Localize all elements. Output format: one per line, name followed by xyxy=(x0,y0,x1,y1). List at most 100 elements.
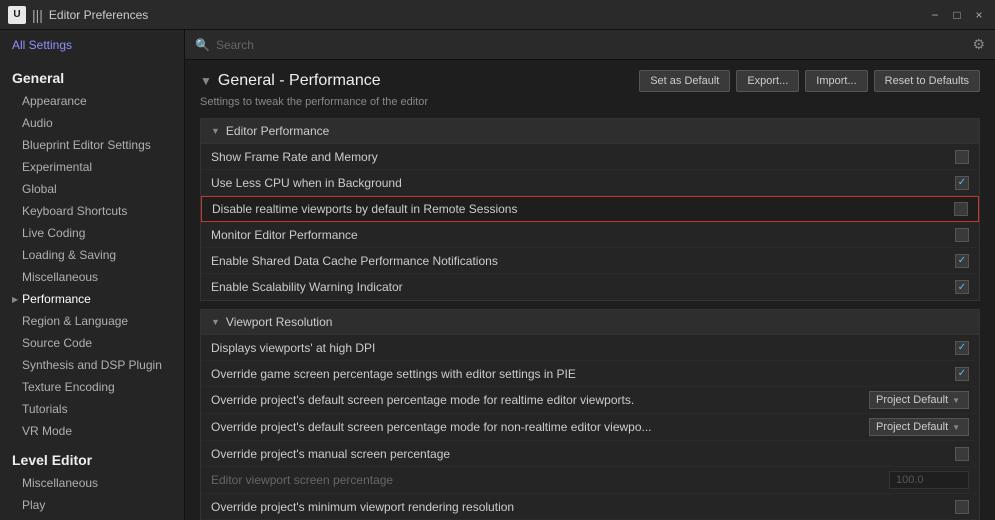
editor-performance-header[interactable]: ▼ Editor Performance xyxy=(201,119,979,144)
content-area: 🔍 ⚙ ▼ General - Performance Set as Defau… xyxy=(185,30,995,520)
section-title: ▼ General - Performance xyxy=(200,72,381,90)
setting-monitor-perf-label: Monitor Editor Performance xyxy=(211,228,955,242)
setting-shared-cache-control[interactable] xyxy=(955,254,969,268)
app-logo: U xyxy=(8,6,26,24)
setting-monitor-perf: Monitor Editor Performance xyxy=(201,222,979,248)
sidebar-item-tutorials[interactable]: Tutorials xyxy=(0,398,184,420)
setting-show-frame-rate: Show Frame Rate and Memory xyxy=(201,144,979,170)
search-input[interactable] xyxy=(216,38,966,52)
override-nonrealtime-arrow-icon: ▼ xyxy=(952,423,960,432)
setting-disable-realtime-control[interactable] xyxy=(954,202,968,216)
setting-override-nonrealtime-mode-label: Override project's default screen percen… xyxy=(211,420,869,434)
setting-override-min-res-label: Override project's minimum viewport rend… xyxy=(211,500,955,514)
sidebar-item-texture[interactable]: Texture Encoding xyxy=(0,376,184,398)
sidebar-item-region[interactable]: Region & Language xyxy=(0,310,184,332)
minimize-button[interactable]: − xyxy=(927,7,943,23)
sidebar-item-appearance[interactable]: Appearance xyxy=(0,90,184,112)
setting-override-nonrealtime-mode-control[interactable]: Project Default ▼ xyxy=(869,418,969,436)
set-default-button[interactable]: Set as Default xyxy=(639,70,730,92)
less-cpu-checkbox[interactable] xyxy=(955,176,969,190)
override-nonrealtime-value: Project Default xyxy=(876,421,948,433)
sidebar-item-loading[interactable]: Loading & Saving xyxy=(0,244,184,266)
editor-performance-label: Editor Performance xyxy=(226,124,329,138)
setting-viewport-pct-label: Editor viewport screen percentage xyxy=(211,473,889,487)
setting-disable-realtime-label: Disable realtime viewports by default in… xyxy=(212,202,954,216)
section-collapse-arrow[interactable]: ▼ xyxy=(200,74,212,88)
menu-icon[interactable]: ||| xyxy=(32,7,43,23)
maximize-button[interactable]: □ xyxy=(949,7,965,23)
sidebar-item-synthesis[interactable]: Synthesis and DSP Plugin xyxy=(0,354,184,376)
high-dpi-checkbox[interactable] xyxy=(955,341,969,355)
sidebar-item-audio[interactable]: Audio xyxy=(0,112,184,134)
shared-cache-checkbox[interactable] xyxy=(955,254,969,268)
setting-shared-cache-label: Enable Shared Data Cache Performance Not… xyxy=(211,254,955,268)
main-container: All Settings General Appearance Audio Bl… xyxy=(0,30,995,520)
setting-override-pie: Override game screen percentage settings… xyxy=(201,361,979,387)
viewport-pct-input[interactable] xyxy=(889,471,969,489)
scalability-checkbox[interactable] xyxy=(955,280,969,294)
setting-scalability-control[interactable] xyxy=(955,280,969,294)
setting-override-pie-label: Override game screen percentage settings… xyxy=(211,367,955,381)
export-button[interactable]: Export... xyxy=(736,70,799,92)
performance-label: Performance xyxy=(22,292,91,306)
search-bar: 🔍 ⚙ xyxy=(185,30,995,60)
sidebar-item-live-coding[interactable]: Live Coding xyxy=(0,222,184,244)
sidebar: All Settings General Appearance Audio Bl… xyxy=(0,30,185,520)
sidebar-item-play[interactable]: Play xyxy=(0,494,184,516)
sidebar-item-level-misc[interactable]: Miscellaneous xyxy=(0,472,184,494)
setting-less-cpu-label: Use Less CPU when in Background xyxy=(211,176,955,190)
override-realtime-arrow-icon: ▼ xyxy=(952,396,960,405)
override-pie-checkbox[interactable] xyxy=(955,367,969,381)
setting-manual-pct-label: Override project's manual screen percent… xyxy=(211,447,955,461)
close-button[interactable]: × xyxy=(971,7,987,23)
setting-high-dpi-label: Displays viewports' at high DPI xyxy=(211,341,955,355)
sidebar-item-play-credentials[interactable]: Play Credentials xyxy=(0,516,184,520)
sidebar-item-keyboard[interactable]: Keyboard Shortcuts xyxy=(0,200,184,222)
sidebar-item-miscellaneous[interactable]: Miscellaneous xyxy=(0,266,184,288)
viewport-resolution-subsection: ▼ Viewport Resolution Displays viewports… xyxy=(200,309,980,520)
manual-pct-checkbox[interactable] xyxy=(955,447,969,461)
sidebar-item-source-code[interactable]: Source Code xyxy=(0,332,184,354)
setting-show-frame-rate-control[interactable] xyxy=(955,150,969,164)
show-frame-rate-checkbox[interactable] xyxy=(955,150,969,164)
setting-manual-pct-control[interactable] xyxy=(955,447,969,461)
sidebar-item-vr[interactable]: VR Mode xyxy=(0,420,184,442)
disable-realtime-checkbox[interactable] xyxy=(954,202,968,216)
setting-high-dpi-control[interactable] xyxy=(955,341,969,355)
import-button[interactable]: Import... xyxy=(805,70,867,92)
sidebar-item-global[interactable]: Global xyxy=(0,178,184,200)
setting-override-realtime-mode-label: Override project's default screen percen… xyxy=(211,393,869,407)
setting-disable-realtime: Disable realtime viewports by default in… xyxy=(201,196,979,222)
setting-shared-cache: Enable Shared Data Cache Performance Not… xyxy=(201,248,979,274)
viewport-resolution-header[interactable]: ▼ Viewport Resolution xyxy=(201,310,979,335)
override-realtime-select[interactable]: Project Default ▼ xyxy=(869,391,969,409)
reset-button[interactable]: Reset to Defaults xyxy=(874,70,980,92)
content-scroll: ▼ General - Performance Set as Default E… xyxy=(185,60,995,520)
viewport-resolution-label: Viewport Resolution xyxy=(226,315,333,329)
window-title: Editor Preferences xyxy=(49,8,921,22)
override-nonrealtime-select[interactable]: Project Default ▼ xyxy=(869,418,969,436)
viewport-resolution-arrow: ▼ xyxy=(211,317,220,327)
setting-override-realtime-mode: Override project's default screen percen… xyxy=(201,387,979,414)
setting-viewport-pct-control[interactable] xyxy=(889,471,969,489)
setting-override-min-res-control[interactable] xyxy=(955,500,969,514)
settings-gear-icon[interactable]: ⚙ xyxy=(972,36,985,53)
sidebar-item-blueprint[interactable]: Blueprint Editor Settings xyxy=(0,134,184,156)
setting-monitor-perf-control[interactable] xyxy=(955,228,969,242)
action-buttons: Set as Default Export... Import... Reset… xyxy=(639,70,980,92)
setting-override-realtime-mode-control[interactable]: Project Default ▼ xyxy=(869,391,969,409)
sidebar-item-performance[interactable]: ▶ Performance xyxy=(0,288,184,310)
sidebar-item-experimental[interactable]: Experimental xyxy=(0,156,184,178)
monitor-perf-checkbox[interactable] xyxy=(955,228,969,242)
search-icon: 🔍 xyxy=(195,38,210,52)
override-min-res-checkbox[interactable] xyxy=(955,500,969,514)
setting-override-pie-control[interactable] xyxy=(955,367,969,381)
all-settings-link[interactable]: All Settings xyxy=(0,30,184,60)
setting-high-dpi: Displays viewports' at high DPI xyxy=(201,335,979,361)
sidebar-section-level-editor: Level Editor xyxy=(0,442,184,472)
editor-performance-subsection: ▼ Editor Performance Show Frame Rate and… xyxy=(200,118,980,301)
section-title-text: General - Performance xyxy=(218,72,381,90)
setting-manual-pct: Override project's manual screen percent… xyxy=(201,441,979,467)
setting-less-cpu-control[interactable] xyxy=(955,176,969,190)
setting-override-nonrealtime-mode: Override project's default screen percen… xyxy=(201,414,979,441)
